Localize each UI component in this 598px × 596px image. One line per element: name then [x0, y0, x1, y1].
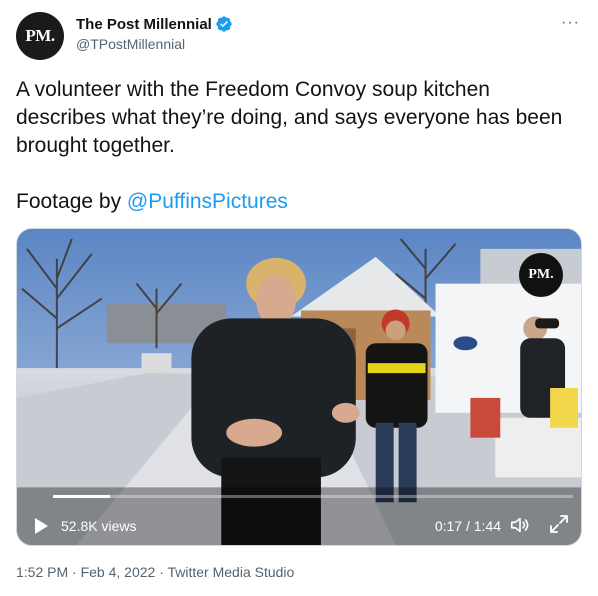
- tweet-text: A volunteer with the Freedom Convoy soup…: [16, 78, 563, 157]
- view-count: 52.8K views: [61, 518, 137, 534]
- author-handle[interactable]: @TPostMillennial: [76, 36, 233, 52]
- more-icon[interactable]: ···: [561, 14, 580, 32]
- progress-bar[interactable]: [53, 495, 573, 498]
- footage-prefix: Footage by: [16, 190, 127, 213]
- watermark-logo: PM.: [519, 253, 563, 297]
- video-controls: 52.8K views 0:17 / 1:44: [17, 505, 581, 545]
- mention-link[interactable]: @PuffinsPictures: [127, 190, 288, 213]
- author-names: The Post Millennial @TPostMillennial: [76, 15, 233, 52]
- display-name[interactable]: The Post Millennial: [76, 16, 212, 33]
- progress-fill: [53, 495, 111, 498]
- display-name-row: The Post Millennial: [76, 15, 233, 33]
- avatar[interactable]: PM.: [16, 12, 64, 60]
- video-player[interactable]: PM. 52.8K views 0:17 / 1:44: [16, 228, 582, 546]
- verified-badge-icon: [216, 16, 232, 32]
- volume-icon[interactable]: [509, 514, 531, 536]
- fullscreen-icon[interactable]: [549, 514, 569, 534]
- tweet-header: PM. The Post Millennial @TPostMillennial…: [16, 12, 582, 60]
- tweet-timestamp[interactable]: 1:52 PM · Feb 4, 2022 · Twitter Media St…: [16, 564, 294, 580]
- play-icon[interactable]: [33, 517, 49, 535]
- footage-credit: Footage by @PuffinsPictures: [16, 188, 288, 216]
- video-time: 0:17 / 1:44: [434, 518, 501, 534]
